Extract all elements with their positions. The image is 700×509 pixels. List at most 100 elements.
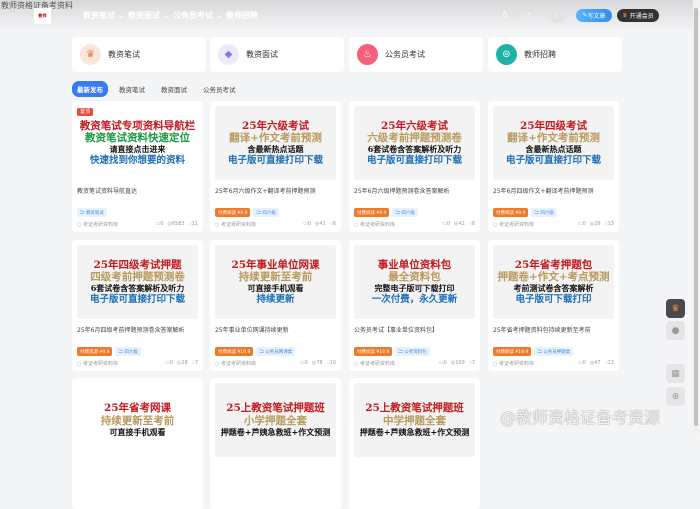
tab-gongwuyuan[interactable]: 公务员考试 [198,81,241,97]
add-float-button[interactable]: ⊕ [666,387,685,406]
post-card[interactable]: 25上教资笔试押题班 小学押题全套 押题卷+芦姨急救班+作文预测 [210,378,341,509]
lightbulb-icon[interactable]: ♁ [502,10,508,19]
post-card[interactable]: 事业单位资料包 最全资料包 完整电子版可下载打印 一次付费，永久更新公务员考试【事业单… [349,240,480,371]
like-count[interactable]: ☝13 [605,221,614,228]
comment-count: ▭0 [577,221,586,227]
post-title[interactable]: 25年6月四级考前押题预测卷含答案解析 [77,325,198,334]
wechat-float-button[interactable]: ● [666,321,685,340]
post-title[interactable]: 25年6月四级作文+翻译考前押题预测 [493,186,614,195]
post-cover[interactable]: 25年省考押题包 押题卷+作文+考点预测 考前测试卷含答案解析 电子版可下载打印 [493,245,614,319]
comment-count: ▭0 [303,221,312,227]
post-cover[interactable]: 25年省考网课 持续更新至考前 可直接手机观看 [77,383,198,457]
category-tag[interactable]: 🗀 四六级 [392,208,418,217]
dark-mode-toggle[interactable]: ☾ [550,8,565,23]
vip-button[interactable]: ♛ 开通会员 [617,9,659,22]
category-label: 教师招聘 [524,50,556,59]
category-tag[interactable]: 🗀 公务员押题类 [534,347,574,356]
search-icon[interactable]: ⌕ [527,9,531,19]
view-count: ◎29 [589,221,601,227]
post-cover[interactable]: 25上教资笔试押题班 小学押题全套 押题卷+芦姨急救班+作文预测 [215,383,336,457]
moon-icon: ☾ [553,11,562,20]
tab-jiaozi-mianshi[interactable]: 教资面试 [156,81,192,97]
post-card[interactable]: 25年事业单位网课 持续更新至考前 可直接手机观看 持续更新 25年事业单位网课持续更新… [210,240,341,371]
post-title[interactable]: 25年6月六级押题预测卷含答案解析 [354,186,475,195]
author[interactable]: ○ 考证考研资料库 [77,221,118,228]
vip-float-button[interactable]: ♛ [666,299,685,318]
comment-count: ▭0 [165,360,174,366]
author[interactable]: ○ 考证考研资料库 [77,360,118,367]
paid-badge: 付费阅读 ¥9.9 [215,208,251,217]
category-card[interactable]: ♨ 公务员考试 [349,37,483,72]
category-label: 公务员考试 [385,50,425,59]
post-cover[interactable]: 25年四级考试 翻译+作文考前预测 含最新热点话题 电子版可直接打印下载 [493,106,614,180]
author[interactable]: ○ 考证考研资料库 [215,360,256,367]
like-count[interactable]: ☝13 [605,360,614,367]
like-count[interactable]: ☝8 [469,221,475,228]
author[interactable]: ○ 考证考研资料库 [493,360,534,367]
post-card[interactable]: 25年省考网课 持续更新至考前 可直接手机观看 [72,378,203,509]
post-card[interactable]: 25年省考押题包 押题卷+作文+考点预测 考前测试卷含答案解析 电子版可下载打印 25年… [488,240,619,371]
post-title[interactable]: 25年事业单位网课持续更新 [215,325,336,334]
like-count[interactable]: ☝10 [327,360,336,367]
like-count[interactable]: ☝11 [189,221,198,228]
qrcode-float-button[interactable]: ▦ [666,364,685,383]
post-card[interactable]: 25上教资笔试押题班 中学押题全套 押题卷+芦姨急救班+作文预测 [349,378,480,509]
post-card[interactable]: 25年六级考试 六级考前押题预测卷 6套试卷含答案解析及听力 电子版可直接打印下载 25… [349,101,480,232]
category-card[interactable]: ♛ 教资笔试 [72,37,206,72]
category-tag[interactable]: 🗀 公务员网课类 [256,347,296,356]
site-logo[interactable]: 教师 [34,8,51,24]
category-tag[interactable]: 🗀 教资笔试 [77,208,107,217]
author[interactable]: ○ 考证考研资料库 [354,221,395,228]
cover-line: 25上教资笔试押题班 [365,402,464,415]
post-cover[interactable]: 25上教资笔试押题班 中学押题全套 押题卷+芦姨急救班+作文预测 [354,383,475,457]
post-cover[interactable]: 置顶 教资笔试专项资料导航栏 教资笔试资料快速定位 请直接点击进来 快速找到你想要的资料 [77,106,198,180]
category-tag-label: 四六级 [124,349,138,355]
post-cover[interactable]: 25年六级考试 翻译+作文考前预测 含最新热点话题 电子版可直接打印下载 [215,106,336,180]
author[interactable]: ○ 考证考研资料库 [493,221,534,228]
category-card[interactable]: ⊜ 教师招聘 [488,37,622,72]
post-cover[interactable]: 25年事业单位网课 持续更新至考前 可直接手机观看 持续更新 [215,245,336,319]
cover-line: 可直接手机观看 [247,283,304,294]
post-title[interactable]: 25年省考押题资料包持续更新至考前 [493,325,614,334]
like-count[interactable]: ☝6 [330,221,336,228]
post-cover[interactable]: 事业单位资料包 最全资料包 完整电子版可下载打印 一次付费，永久更新 [354,245,475,319]
category-tag[interactable]: 🗀 四六级 [253,208,279,217]
category-card[interactable]: ◆ 教资面试 [210,37,344,72]
category-tag[interactable]: 🗀 四六级 [531,208,557,217]
cover-line: 中学押题全套 [383,415,446,428]
tab-latest[interactable]: 最新发布 [72,81,108,97]
category-tag[interactable]: 🗀 公考资料包 [395,347,430,356]
category-tag-label: 四六级 [540,210,554,216]
category-tag-label: 教资笔试 [85,210,104,216]
cover-line: 25上教资笔试押题班 [226,402,325,415]
category-tag[interactable]: 🗀 四六级 [115,347,141,356]
post-card[interactable]: 25年四级考试 翻译+作文考前预测 含最新热点话题 电子版可直接打印下载 25年6月四级… [488,101,619,232]
divider: | [516,9,519,18]
paid-badge: 付费资源 ¥9.9 [77,347,113,356]
nav-jiaoshi-zhaopin[interactable]: 教师招聘 [226,10,258,21]
cover-line: 25年省考押题包 [514,258,593,271]
post-card[interactable]: 25年六级考试 翻译+作文考前预测 含最新热点话题 电子版可直接打印下载 25年6月六级… [210,101,341,232]
post-title[interactable]: 教资笔试资料导航直达 [77,186,198,195]
like-count[interactable]: ☝7 [469,360,475,367]
author-name: 考证考研资料库 [82,361,118,367]
write-article-button[interactable]: ✎ 写文章 [576,9,612,22]
nav-jiaozi-mianshi[interactable]: 教资面试 ⌄ [128,10,170,21]
cover-line: 25年六级考试 [380,119,449,132]
author[interactable]: ○ 考证考研资料库 [354,360,395,367]
nav-gongwuyuan[interactable]: 公务员考试 ⌄ [173,10,223,21]
scrollbar-thumb[interactable] [694,8,698,426]
post-card[interactable]: 置顶 教资笔试专项资料导航栏 教资笔试资料快速定位 请直接点击进来 快速找到你想要的资料… [72,101,203,232]
post-title[interactable]: 25年6月六级作文+翻译考前押题预测 [215,186,336,195]
tab-jiaozi-bishi[interactable]: 教资笔试 [114,81,150,97]
post-card[interactable]: 25年四级考试押题 四级考前押题预测卷 6套试卷含答案解析及听力 电子版可直接打印下载… [72,240,203,371]
cover-line: 25年事业单位网课 [231,258,320,271]
author[interactable]: ○ 考证考研资料库 [215,221,256,228]
like-count[interactable]: ☝7 [192,360,198,367]
nav-jiaozi-bishi[interactable]: 教资笔试 ⌄ [83,10,125,21]
post-cover[interactable]: 25年四级考试押题 四级考前押题预测卷 6套试卷含答案解析及听力 电子版可直接打印下载 [77,245,198,319]
post-title[interactable]: 公务员考试【事业单位资料包】 [354,325,475,334]
category-tag-label: 公务员押题类 [543,349,571,355]
post-cover[interactable]: 25年六级考试 六级考前押题预测卷 6套试卷含答案解析及听力 电子版可直接打印下载 [354,106,475,180]
wechat-icon: ● [671,325,680,336]
